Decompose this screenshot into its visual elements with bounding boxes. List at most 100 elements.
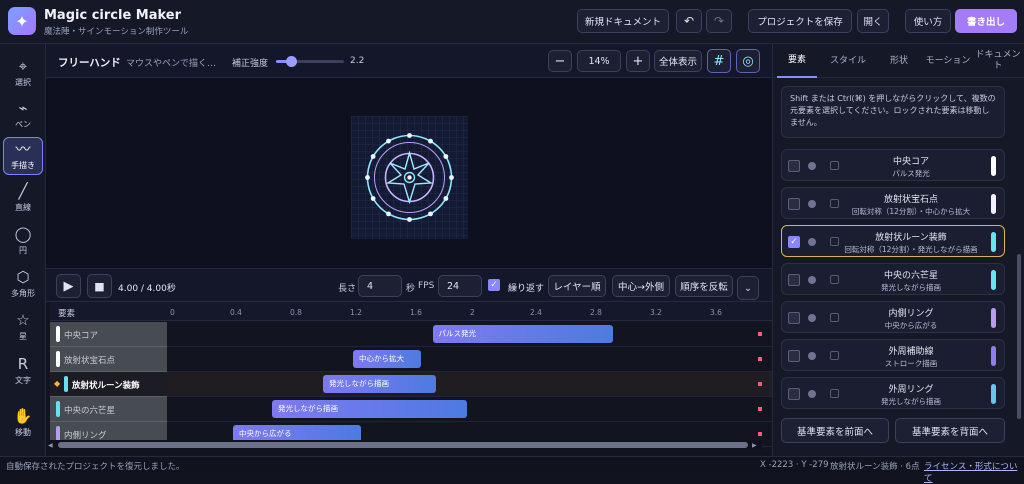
license-link[interactable]: ライセンス・形式について — [924, 460, 1024, 484]
status-bar: 自動保存されたプロジェクトを復元しました。 X -2223 · Y -279 放… — [0, 456, 1024, 484]
tool-pen[interactable]: ⌁ ペン — [3, 96, 43, 134]
tab-shape[interactable]: 形状 — [877, 44, 921, 78]
zoom-in-button[interactable]: + — [626, 50, 650, 72]
tool-polygon[interactable]: ⬡ 多角形 — [3, 265, 43, 303]
element-checkbox[interactable] — [788, 312, 800, 324]
visibility-icon[interactable] — [808, 314, 816, 322]
lock-icon[interactable] — [830, 161, 839, 170]
timeline-row-name: 中央コア — [64, 331, 99, 341]
lock-icon[interactable] — [830, 389, 839, 398]
layer-order-button[interactable]: レイヤー順 — [548, 275, 606, 297]
guide-circle-toggle-icon[interactable]: ◎ — [736, 49, 760, 73]
tab-elements[interactable]: 要素 — [777, 44, 817, 78]
visibility-icon[interactable] — [808, 238, 816, 246]
undo-button[interactable]: ↶ — [676, 9, 702, 33]
chevron-down-icon[interactable]: ⌄ — [737, 276, 759, 300]
element-row[interactable]: 内側リング 中央から広がる — [781, 301, 1005, 333]
element-checkbox[interactable] — [788, 274, 800, 286]
tool-line[interactable]: ╱ 直線 — [3, 179, 43, 217]
save-project-button[interactable]: プロジェクトを保存 — [748, 9, 852, 33]
app-logo-icon: ✦ — [8, 7, 36, 35]
send-to-back-button[interactable]: 基準要素を背面へ — [895, 418, 1005, 443]
zoom-out-button[interactable]: − — [548, 50, 572, 72]
strength-slider-thumb[interactable] — [285, 56, 297, 67]
timeline-animation-bar[interactable]: 発光しながら描画 — [272, 400, 467, 418]
tool-star[interactable]: ☆ 星 — [3, 308, 43, 346]
open-button[interactable]: 開く — [857, 9, 889, 33]
element-row[interactable]: ✓ 放射状ルーン装飾 回転対称（12分割）・発光しながら描画 — [781, 225, 1005, 257]
visibility-icon[interactable] — [808, 352, 816, 360]
element-row[interactable]: 中央コア パルス発光 — [781, 149, 1005, 181]
timeline-row-label[interactable]: 放射状宝石点 — [50, 347, 167, 372]
timeline-row[interactable]: 放射状宝石点 中心から拡大 — [50, 347, 772, 372]
lock-icon[interactable] — [830, 351, 839, 360]
app-title: Magic circle Maker — [44, 8, 182, 23]
visibility-icon[interactable] — [808, 162, 816, 170]
repeat-checkbox[interactable]: ✓ — [488, 279, 500, 291]
element-name: 放射状宝石点 — [883, 195, 938, 205]
scroll-right-icon[interactable]: ▶ — [752, 443, 757, 449]
timeline-animation-bar[interactable]: パルス発光 — [432, 325, 613, 343]
visibility-icon[interactable] — [808, 276, 816, 284]
element-row[interactable]: 外周補助線ストローク描画 — [781, 339, 1005, 371]
element-checkbox[interactable] — [788, 160, 800, 172]
element-name: 外周補助線 — [888, 347, 934, 357]
panel-scrollbar[interactable] — [1017, 254, 1021, 419]
lock-icon[interactable] — [830, 199, 839, 208]
timeline-row[interactable]: 中央コア パルス発光 — [50, 322, 772, 347]
tool-freehand[interactable]: 〰手描き — [3, 137, 43, 175]
element-checkbox[interactable] — [788, 388, 800, 400]
fps-input[interactable]: 24 — [438, 275, 482, 297]
lock-icon[interactable] — [830, 275, 839, 284]
timeline-scrollbar-thumb[interactable] — [58, 442, 748, 448]
element-name: 中央コア — [892, 157, 929, 167]
grid-toggle-icon[interactable]: # — [707, 49, 731, 73]
howto-button[interactable]: 使い方 — [905, 9, 951, 33]
lock-icon[interactable] — [830, 313, 839, 322]
radial-gem — [449, 175, 454, 180]
tool-select[interactable]: ⌖ 選択 — [3, 54, 43, 92]
timeline-row[interactable]: ◆ 放射状ルーン装飾 発光しながら描画 — [50, 372, 772, 397]
element-checkbox[interactable]: ✓ — [788, 236, 800, 248]
export-button[interactable]: 書き出し — [955, 9, 1017, 33]
timeline-row[interactable]: 中央の六芒星 発光しながら描画 — [50, 397, 772, 422]
element-description: ストローク描画 — [884, 359, 938, 368]
stop-icon[interactable]: ■ — [87, 274, 112, 298]
element-row[interactable]: 中央の六芒星 発光しながら描画 — [781, 263, 1005, 295]
lock-icon[interactable] — [830, 237, 839, 246]
canvas-area[interactable] — [46, 78, 772, 268]
element-row[interactable]: 放射状宝石点 回転対称（12分割）・中心から拡大 — [781, 187, 1005, 219]
element-checkbox[interactable] — [788, 198, 800, 210]
reverse-order-button[interactable]: 順序を反転 — [675, 275, 733, 297]
timeline-row-label[interactable]: 中央の六芒星 — [50, 397, 167, 422]
play-icon[interactable]: ▶ — [56, 274, 81, 298]
tool-move[interactable]: ✋ 移動 — [3, 404, 43, 442]
center-out-button[interactable]: 中心→外側 — [612, 275, 670, 297]
tab-style[interactable]: スタイル — [823, 44, 873, 78]
new-document-button[interactable]: 新規ドキュメント — [577, 9, 669, 33]
bring-to-front-button[interactable]: 基準要素を前面へ — [781, 418, 889, 443]
tool-text[interactable]: R 文字 — [3, 352, 43, 390]
strength-slider[interactable] — [276, 56, 344, 67]
visibility-icon[interactable] — [808, 390, 816, 398]
fit-all-button[interactable]: 全体表示 — [654, 50, 702, 72]
tab-motion[interactable]: モーション — [923, 44, 973, 78]
tool-circle[interactable]: ◯ 円 — [3, 222, 43, 260]
timeline-scrollbar[interactable]: ◀ ▶ — [46, 440, 762, 450]
timeline-row-label[interactable]: 中央コア — [50, 322, 167, 347]
element-checkbox[interactable] — [788, 350, 800, 362]
element-color-swatch — [991, 194, 996, 214]
length-input[interactable]: 4 — [358, 275, 402, 297]
redo-button[interactable]: ↷ — [706, 9, 732, 33]
element-name: 中央の六芒星 — [883, 271, 938, 281]
tab-document[interactable]: ドキュメント — [975, 44, 1021, 78]
scroll-left-icon[interactable]: ◀ — [48, 443, 53, 449]
element-color-swatch — [991, 384, 996, 404]
magic-circle-canvas[interactable] — [351, 116, 468, 239]
timeline-animation-bar[interactable]: 発光しながら描画 — [323, 375, 436, 393]
polygon-icon: ⬡ — [16, 268, 30, 286]
element-row[interactable]: 外周リング 発光しながら描画 — [781, 377, 1005, 409]
timeline-row-label[interactable]: ◆ 放射状ルーン装飾 — [50, 372, 167, 397]
timeline-animation-bar[interactable]: 中心から拡大 — [353, 350, 421, 368]
visibility-icon[interactable] — [808, 200, 816, 208]
